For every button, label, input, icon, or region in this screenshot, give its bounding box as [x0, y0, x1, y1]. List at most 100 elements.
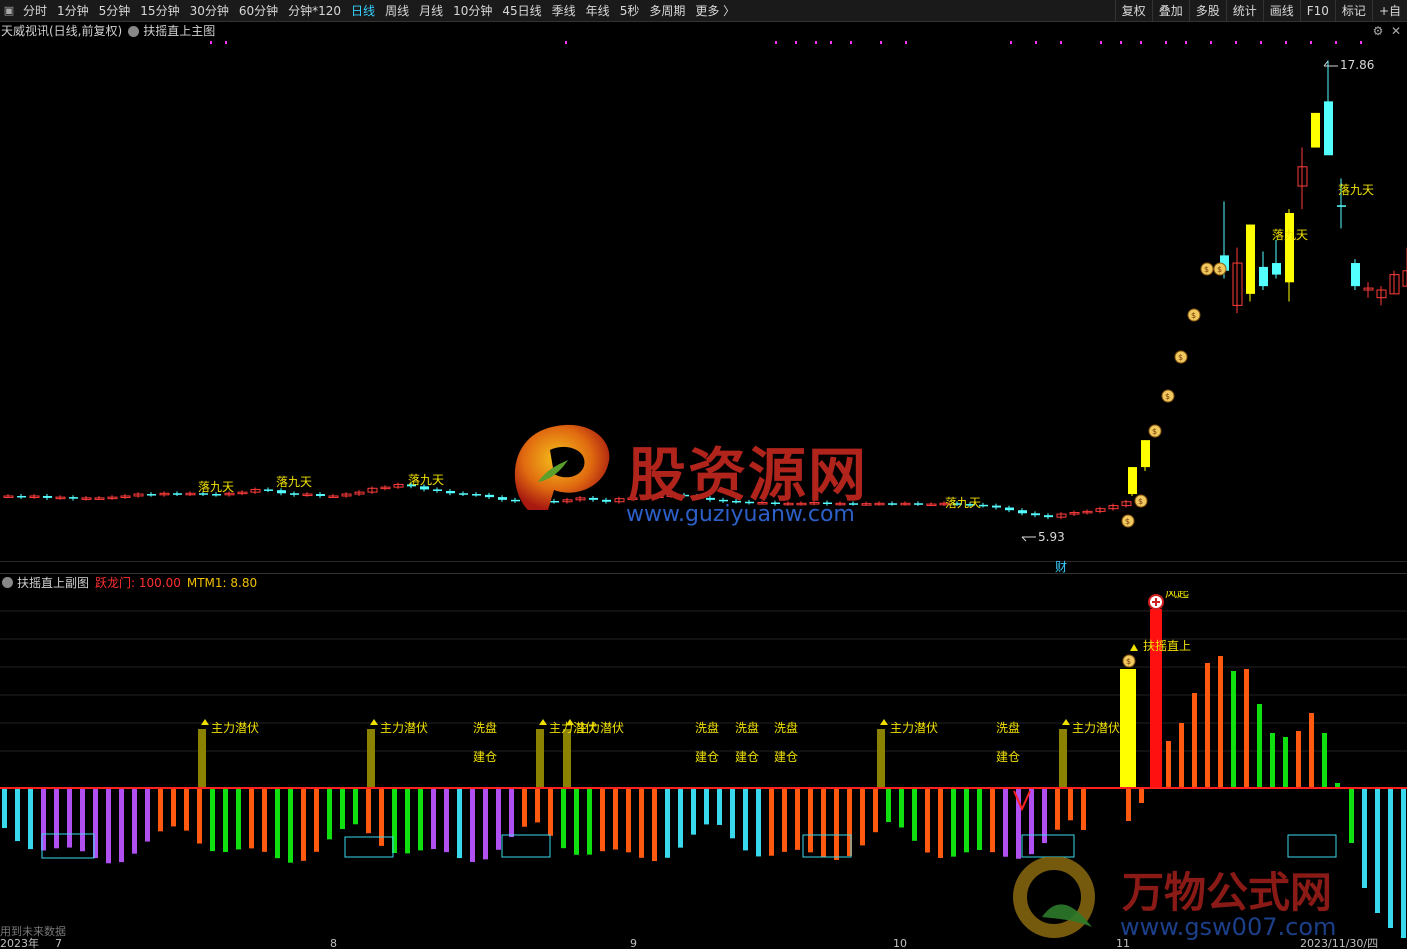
high-pointer: [1323, 60, 1338, 67]
marker-tick: [1165, 41, 1167, 44]
candle-body: [1351, 263, 1360, 287]
indicator-bar: [314, 788, 319, 852]
tool-button[interactable]: 叠加: [1151, 0, 1189, 22]
indicator-bar: [1029, 788, 1034, 855]
period-tab[interactable]: 分钟*120: [283, 0, 346, 22]
candle-body: [1128, 467, 1137, 495]
marker-tick: [1235, 41, 1237, 44]
panel-divider[interactable]: [0, 561, 1407, 573]
watermark2-text: 万物公式网: [1122, 868, 1333, 917]
tool-button[interactable]: 复权: [1114, 0, 1152, 22]
period-tab[interactable]: 1分钟: [52, 0, 94, 22]
period-tabs: 分时 1分钟 5分钟 15分钟 30分钟 60分钟 分钟*120 日线 周线 月线 10分钟 45日线…: [18, 0, 740, 22]
tool-button[interactable]: +自: [1371, 0, 1407, 22]
indicator-bar: [483, 788, 488, 860]
indicator-bar: [769, 788, 774, 856]
period-tab[interactable]: 季线: [547, 0, 581, 22]
period-tab[interactable]: 日线: [346, 0, 380, 22]
period-tab[interactable]: 月线: [414, 0, 448, 22]
zhuli-bar: [563, 729, 571, 788]
period-tab[interactable]: 15分钟: [135, 0, 184, 22]
close-icon[interactable]: ✕: [1389, 24, 1403, 38]
candle-body: [433, 489, 442, 491]
marker-tick: [1260, 41, 1262, 44]
indicator-bar: [80, 788, 85, 852]
low-price-label: 5.93: [1038, 530, 1065, 544]
indicator-bar: [353, 788, 358, 825]
period-tab[interactable]: 周线: [380, 0, 414, 22]
marker-tick: [1210, 41, 1212, 44]
period-tab[interactable]: 60分钟: [234, 0, 283, 22]
indicator-bar: [210, 788, 215, 852]
tool-button[interactable]: F10: [1299, 0, 1335, 22]
svg-text:$: $: [1125, 517, 1130, 526]
tool-button[interactable]: 多股: [1188, 0, 1226, 22]
candle-body: [472, 494, 481, 496]
indicator-bar: [639, 788, 644, 858]
settings-icon[interactable]: ⚙: [1371, 24, 1385, 38]
indicator-bar: [470, 788, 475, 862]
tool-button[interactable]: 标记: [1334, 0, 1372, 22]
indicator-bar: [28, 788, 33, 850]
indicator-bar: [1322, 733, 1327, 788]
indicator-bar: [1270, 733, 1275, 788]
date-tick: 9: [630, 937, 637, 949]
indicator-bar: [964, 788, 969, 853]
zhuli-bar: [1059, 729, 1067, 788]
indicator-bar: [67, 788, 72, 848]
indicator-bar: [1003, 788, 1008, 857]
period-tab[interactable]: 更多 〉: [690, 0, 740, 22]
fuyao-label: 扶摇直上: [1143, 638, 1191, 653]
indicator-bar: [652, 788, 657, 862]
indicator-bar: [236, 788, 241, 850]
indicator-bar: [418, 788, 423, 851]
candle-body: [173, 493, 182, 495]
money-bag-icon: $: [1213, 262, 1227, 276]
formula-toggle-icon[interactable]: [128, 26, 140, 37]
period-tab[interactable]: 5分钟: [94, 0, 136, 22]
date-tick: 7: [55, 937, 62, 949]
sub-formula-name[interactable]: 扶摇直上副图: [17, 574, 89, 591]
indicator-bar: [574, 788, 579, 855]
indicator-bar: [262, 788, 267, 852]
xipan-label: 洗盘: [996, 720, 1020, 735]
main-panel-header: 天威视讯(日线,前复权) 扶摇直上主图: [0, 22, 1407, 41]
indicator-bar: [145, 788, 150, 842]
indicator-bar: [1068, 788, 1073, 821]
period-tab[interactable]: 5秒: [615, 0, 645, 22]
sub-panel-header: 扶摇直上副图 跃龙门: 100.00 MTM1: 8.80: [0, 573, 1407, 591]
zhuli-bar: [536, 729, 544, 788]
period-tab[interactable]: 分时: [18, 0, 52, 22]
indicator-bar: [171, 788, 176, 827]
watermark-guziyuan: 股资源网 www.guziyuanw.com: [508, 420, 888, 530]
main-formula-name[interactable]: 扶摇直上主图: [143, 22, 215, 41]
indicator-bar: [665, 788, 670, 858]
period-tab[interactable]: 年线: [581, 0, 615, 22]
candle-body: [277, 490, 286, 494]
period-tab[interactable]: 30分钟: [185, 0, 234, 22]
indicator-bar: [834, 788, 839, 860]
period-tab[interactable]: 45日线: [497, 0, 546, 22]
indicator-bar: [795, 788, 800, 850]
indicator-bar: [301, 788, 306, 861]
indicator-bar: [15, 788, 20, 842]
zone-box: [1287, 834, 1337, 858]
period-tab[interactable]: 10分钟: [448, 0, 497, 22]
tool-button[interactable]: 统计: [1225, 0, 1263, 22]
indicator-bar: [249, 788, 254, 849]
menu-icon[interactable]: ▣: [0, 0, 18, 22]
indicator-bar: [457, 788, 462, 859]
period-tab[interactable]: 多周期: [644, 0, 690, 22]
candle-body: [498, 497, 507, 500]
candle-body: [212, 494, 221, 496]
indicator-bar: [704, 788, 709, 825]
marker-tick: [880, 41, 882, 44]
sub-toggle-icon[interactable]: [2, 577, 13, 588]
signal-label: 落九天: [1272, 228, 1308, 242]
candle-body: [1337, 205, 1346, 207]
tool-button[interactable]: 画线: [1262, 0, 1300, 22]
money-bag-icon: $: [1174, 350, 1188, 364]
indicator-bar: [366, 788, 371, 834]
zhuli-label: 主力潜伏: [211, 721, 259, 735]
indicator-bar: [275, 788, 280, 859]
